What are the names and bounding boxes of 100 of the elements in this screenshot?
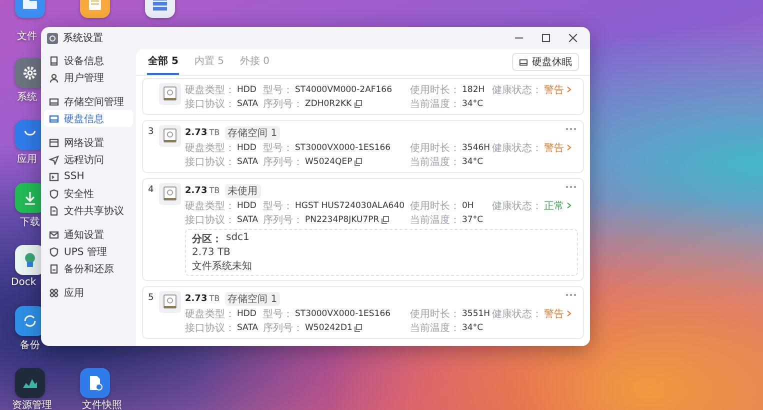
size-unit: TB <box>209 294 220 303</box>
window-title: 系统设置 <box>63 32 104 45</box>
backup-icon <box>49 264 59 274</box>
sidebar-item[interactable]: 文件共享协议 <box>44 202 133 219</box>
sidebar-item[interactable]: UPS 管理 <box>44 243 133 260</box>
field-label: 硬盘类型： <box>185 84 235 96</box>
disk-size: 2.73 <box>185 294 208 304</box>
field-label: 型号： <box>263 200 293 212</box>
sidebar-item[interactable]: 应用 <box>44 284 133 301</box>
field-label: 硬盘类型： <box>185 200 235 212</box>
more-button[interactable] <box>565 183 577 191</box>
status-tag: 存储空间 1 <box>224 292 280 306</box>
field-value: ST4000VM000-2AF166 <box>295 84 392 94</box>
partition-label: 分区： <box>192 232 222 246</box>
field-label: 接口协议： <box>185 214 235 226</box>
send-icon <box>49 154 59 164</box>
app-label[interactable]: 下载 <box>20 215 40 229</box>
field-label: 当前温度： <box>410 322 460 334</box>
more-button[interactable] <box>565 291 577 299</box>
field-value: SATA <box>237 98 258 108</box>
field-value: 37°C <box>462 214 484 224</box>
copy-icon[interactable] <box>354 324 362 332</box>
sidebar-item[interactable]: 安全性 <box>44 185 133 202</box>
field-label: 硬盘类型： <box>185 142 235 154</box>
field-value: 3546H <box>462 142 490 152</box>
field-label: 序列号： <box>263 98 303 110</box>
field-label: 硬盘类型： <box>185 308 235 320</box>
field-label: 接口协议： <box>185 98 235 110</box>
gear-icon[interactable] <box>21 64 39 82</box>
sidebar-item[interactable]: 备份和还原 <box>44 260 133 277</box>
field-value: PN2234P8JKU7PR <box>305 214 380 224</box>
apps-icon <box>49 288 59 298</box>
field-label: 型号： <box>263 142 293 154</box>
mail-icon <box>49 230 59 240</box>
field-label: 当前温度： <box>410 98 460 110</box>
field-label: 使用时长： <box>410 142 460 154</box>
app-label[interactable]: 系统 <box>17 90 37 104</box>
disk-size: 2.73 <box>185 186 208 196</box>
maximize-icon[interactable] <box>542 34 550 42</box>
shield-icon <box>49 246 59 256</box>
app-label[interactable]: 文件 <box>17 29 37 43</box>
network-icon <box>49 138 59 148</box>
tab[interactable]: 全部 5 <box>147 49 180 75</box>
chevron-right-icon[interactable] <box>566 202 572 209</box>
sidebar-item[interactable]: 通知设置 <box>44 226 133 243</box>
field-label: 接口协议： <box>185 322 235 334</box>
sidebar-item[interactable]: 用户管理 <box>44 69 133 86</box>
sidebar-item[interactable]: SSH <box>44 168 133 185</box>
app-label[interactable]: 资源管理 <box>12 398 52 410</box>
disk-number: 3 <box>148 126 155 139</box>
field-value: SATA <box>237 156 258 166</box>
shield-icon <box>49 188 59 198</box>
field-value: 0H <box>462 200 474 210</box>
app-label[interactable]: 备份 <box>20 338 40 352</box>
field-label: 序列号： <box>263 214 303 226</box>
size-unit: TB <box>209 128 220 137</box>
copy-icon[interactable] <box>354 100 362 108</box>
field-value: ST3000VX000-1ES166 <box>295 308 391 318</box>
field-label: 使用时长： <box>410 200 460 212</box>
status-tag: 存储空间 1 <box>224 126 280 140</box>
field-value: 34°C <box>462 322 484 332</box>
sync-icon[interactable] <box>21 312 39 330</box>
field-label: 使用时长： <box>410 84 460 96</box>
field-label: 当前温度： <box>410 156 460 168</box>
app-label[interactable]: 应用 <box>17 152 37 166</box>
chevron-right-icon[interactable] <box>566 310 572 317</box>
field-label: 使用时长： <box>410 308 460 320</box>
partition-size: 2.73 TB <box>192 247 232 258</box>
close-icon[interactable] <box>569 34 577 42</box>
field-value: HDD <box>237 200 256 210</box>
field-value: SATA <box>237 214 258 224</box>
filesystem-text: 文件系统未知 <box>192 260 253 273</box>
field-value: 34°C <box>462 98 484 108</box>
file-icon <box>49 206 59 216</box>
size-unit: TB <box>209 186 220 195</box>
status-tag: 未使用 <box>224 184 261 198</box>
sidebar-item[interactable]: 设备信息 <box>44 52 133 69</box>
more-button[interactable] <box>565 125 577 133</box>
field-value: HDD <box>237 308 256 318</box>
chevron-right-icon[interactable] <box>566 144 572 151</box>
field-value: 34°C <box>462 156 484 166</box>
sidebar-item[interactable]: 硬盘信息 <box>44 110 133 127</box>
user-icon <box>49 72 59 82</box>
field-value: 182H <box>462 84 485 94</box>
chevron-right-icon[interactable] <box>566 86 572 93</box>
sidebar-item[interactable]: 存储空间管理 <box>44 93 133 110</box>
sidebar-item[interactable]: 网络设置 <box>44 134 133 151</box>
disk-number: 4 <box>148 184 155 197</box>
field-label: 健康状态： <box>492 84 542 96</box>
field-label: 接口协议： <box>185 156 235 168</box>
app-label[interactable]: Dock <box>11 277 36 288</box>
field-label: 型号： <box>263 308 293 320</box>
field-value: HGST HUS724030ALA640 <box>295 200 405 210</box>
app-label[interactable]: 文件快照 <box>82 398 122 410</box>
field-label: 当前温度： <box>410 214 460 226</box>
sidebar-item[interactable]: 远程访问 <box>44 151 133 168</box>
disk-sleep-button[interactable]: 硬盘休眠 <box>512 53 579 71</box>
device-icon <box>49 56 59 66</box>
copy-icon[interactable] <box>381 216 390 224</box>
copy-icon[interactable] <box>354 158 362 166</box>
